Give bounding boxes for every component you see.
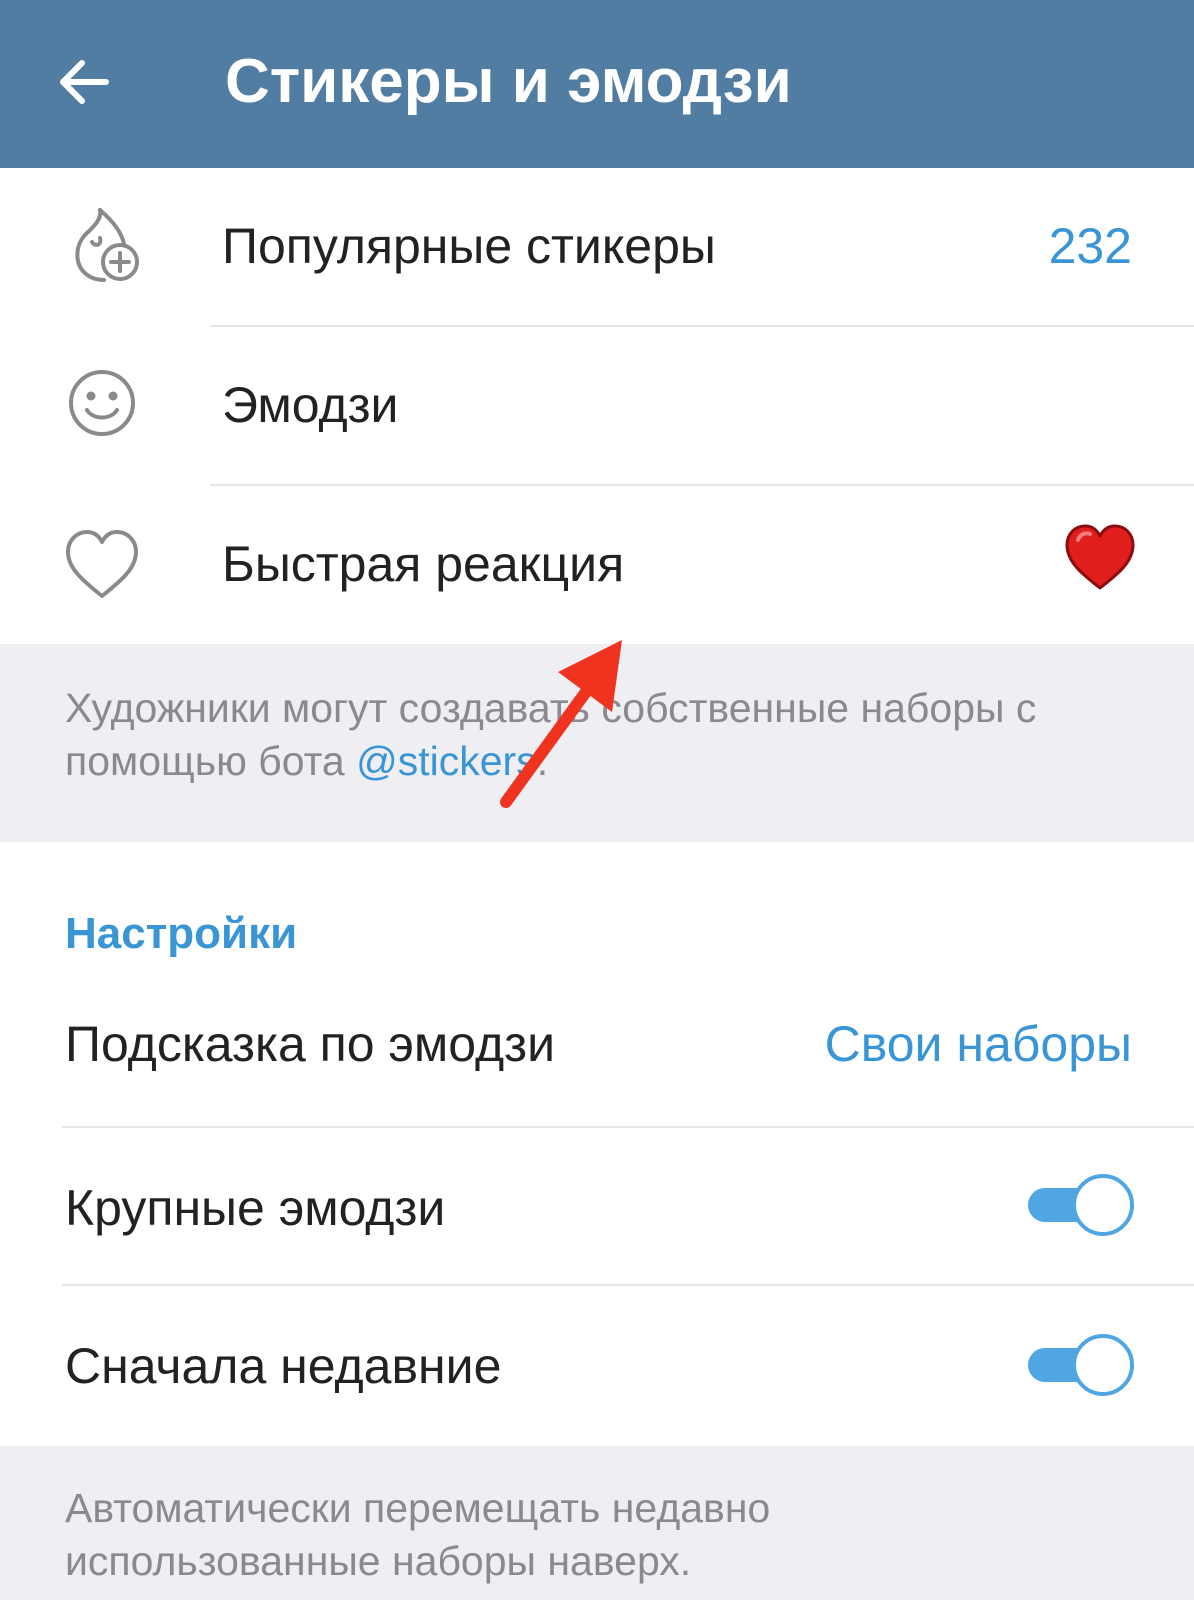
toggle-thumb [1072,1334,1134,1396]
artists-hint-text: Художники могут создавать собственные на… [65,685,1037,784]
large-emoji-label: Крупные эмодзи [65,1180,446,1236]
artists-hint: Художники могут создавать собственные на… [65,682,1145,788]
popular-stickers-count: 232 [1048,218,1132,274]
artists-hint-period: . [536,738,549,784]
stickers-bot-link[interactable]: @stickers [356,738,537,784]
toggle-thumb [1072,1174,1134,1236]
app-bar: Стикеры и эмодзи [0,0,1194,168]
list-item-large-emoji[interactable]: Крупные эмодзи [0,1128,1194,1284]
list-item-emoji[interactable]: Эмодзи [0,327,1194,484]
stickers-section: Популярные стикеры 232 Эмодзи Быстрая ре… [0,168,1194,644]
red-heart-emoji [1065,524,1135,590]
recent-first-label: Сначала недавние [65,1338,502,1394]
list-item-quick-reaction[interactable]: Быстрая реакция [0,486,1194,644]
smile-icon [69,370,135,436]
list-item-recent-first[interactable]: Сначала недавние [0,1286,1194,1444]
recent-hint: Автоматически перемещать недавно использ… [65,1485,771,1584]
list-item-emoji-suggestion[interactable]: Подсказка по эмодзи Свои наборы [0,970,1194,1126]
popular-stickers-label: Популярные стикеры [222,218,716,274]
heart-outline-icon [66,530,138,598]
arrow-left-icon[interactable] [52,50,116,114]
large-emoji-toggle[interactable] [1026,1174,1136,1236]
fire-plus-icon [75,208,139,282]
settings-header: Настройки [65,909,298,958]
list-item-popular-stickers[interactable]: Популярные стикеры 232 [0,168,1194,325]
emoji-label: Эмодзи [222,377,399,433]
quick-reaction-label: Быстрая реакция [222,536,625,592]
recent-first-toggle[interactable] [1026,1334,1136,1396]
emoji-suggestion-value: Свои наборы [824,1016,1132,1072]
emoji-suggestion-label: Подсказка по эмодзи [65,1016,556,1072]
page-title: Стикеры и эмодзи [225,47,792,116]
